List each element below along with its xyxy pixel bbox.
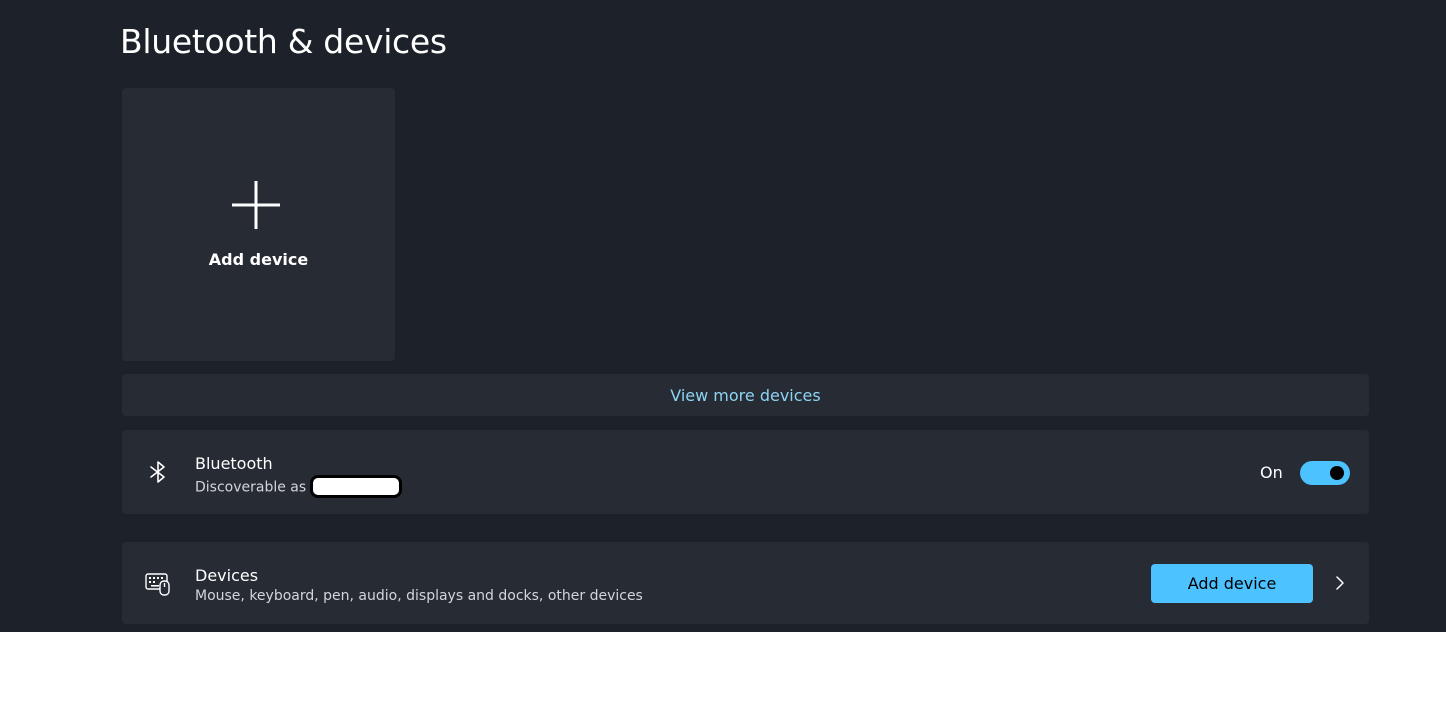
bluetooth-title: Bluetooth bbox=[195, 454, 273, 473]
bluetooth-state-label: On bbox=[1260, 463, 1283, 482]
keyboard-mouse-icon bbox=[145, 573, 170, 596]
add-device-button[interactable]: Add device bbox=[1151, 564, 1313, 603]
bluetooth-row: Bluetooth Discoverable as On bbox=[122, 430, 1369, 514]
bluetooth-subtitle: Discoverable as bbox=[195, 479, 307, 496]
view-more-devices-button[interactable]: View more devices bbox=[122, 374, 1369, 416]
devices-row[interactable]: Devices Mouse, keyboard, pen, audio, dis… bbox=[122, 542, 1369, 624]
plus-icon bbox=[232, 181, 280, 229]
settings-window: Bluetooth & devices Add device View more… bbox=[0, 0, 1446, 632]
view-more-devices-label: View more devices bbox=[670, 385, 821, 405]
page-title: Bluetooth & devices bbox=[120, 22, 447, 61]
bluetooth-toggle[interactable] bbox=[1300, 461, 1350, 485]
add-device-tile[interactable]: Add device bbox=[122, 88, 395, 361]
toggle-knob bbox=[1330, 466, 1344, 480]
redacted-device-name bbox=[310, 475, 403, 498]
bluetooth-subtitle-row: Discoverable as bbox=[195, 475, 403, 499]
devices-title: Devices bbox=[195, 566, 259, 585]
chevron-right-icon[interactable] bbox=[1334, 575, 1346, 591]
bluetooth-icon bbox=[150, 461, 165, 483]
add-device-tile-label: Add device bbox=[208, 250, 309, 269]
devices-subtitle: Mouse, keyboard, pen, audio, displays an… bbox=[195, 588, 643, 604]
